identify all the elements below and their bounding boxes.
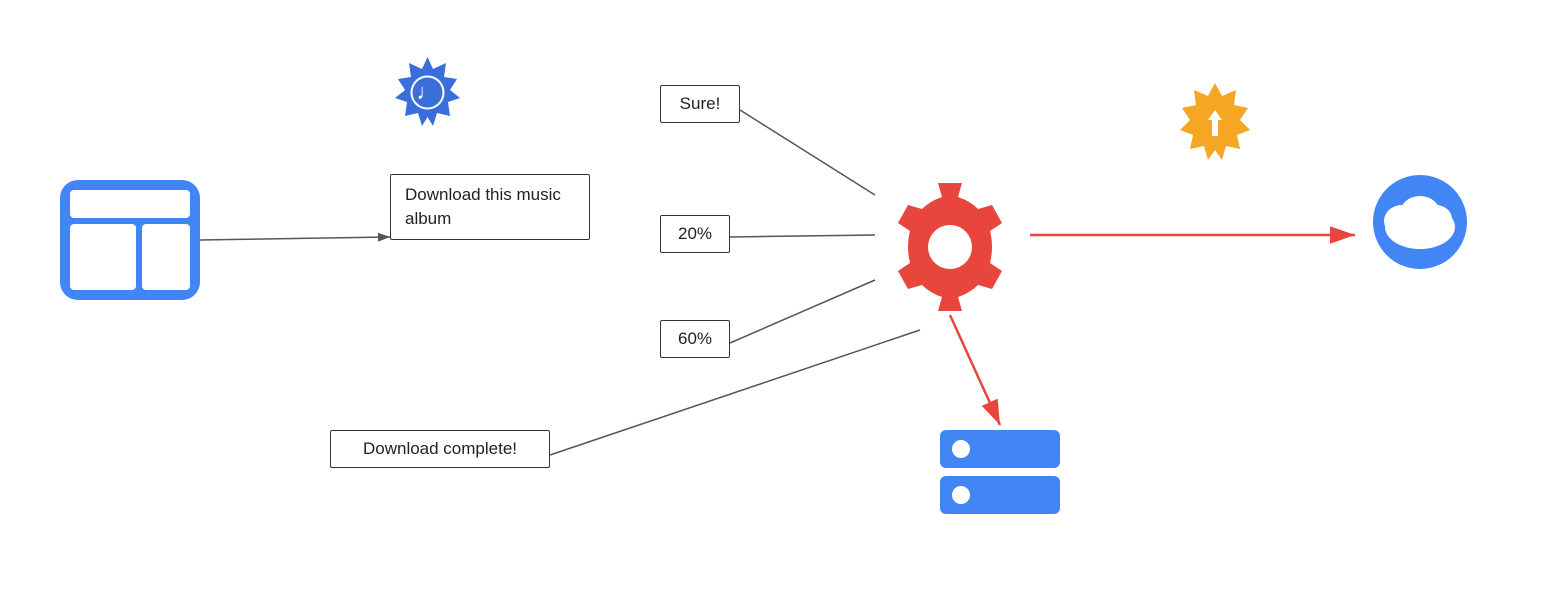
cloud-service-icon [1360, 175, 1480, 270]
sure-label: Sure! [660, 85, 740, 123]
server-item-1 [940, 430, 1060, 468]
svg-text:♩: ♩ [417, 79, 439, 104]
download-complete-label: Download complete! [330, 430, 550, 468]
twenty-percent-text: 20% [678, 224, 712, 243]
browser-bottom [70, 224, 190, 290]
server-stack [940, 430, 1060, 522]
browser-left-panel [70, 224, 136, 290]
download-complete-text: Download complete! [363, 439, 517, 458]
server-dot-1 [952, 440, 970, 458]
twenty-percent-label: 20% [660, 215, 730, 253]
browser-app-icon [60, 180, 200, 300]
browser-top-bar [70, 190, 190, 218]
download-music-text: Download this music album [405, 185, 561, 228]
browser-right-panel [142, 224, 190, 290]
settings-gear-icon [870, 155, 1030, 315]
download-music-label: Download this music album [390, 174, 590, 240]
diagram-container: ♩ Download this music album Sure! 20% 60… [0, 0, 1550, 600]
server-dot-2 [952, 486, 970, 504]
sixty-percent-label: 60% [660, 320, 730, 358]
music-badge: ♩ [390, 55, 465, 130]
arrows-overlay [0, 0, 1550, 600]
sixty-percent-text: 60% [678, 329, 712, 348]
server-item-2 [940, 476, 1060, 514]
sure-text: Sure! [680, 94, 721, 113]
download-badge-icon [1170, 80, 1260, 170]
